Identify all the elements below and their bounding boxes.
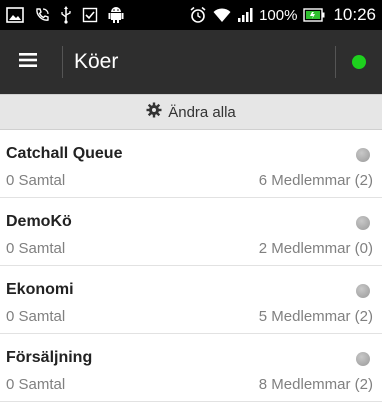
signal-icon	[237, 7, 253, 23]
status-bar: 100% 10:26	[0, 0, 382, 30]
app-bar: Köer	[0, 30, 382, 94]
status-icons-left	[6, 0, 124, 30]
connection-status-indicator[interactable]	[352, 55, 366, 69]
list-item[interactable]: Försäljning 0 Samtal 8 Medlemmar (2)	[0, 334, 382, 402]
queue-name: Försäljning	[6, 349, 93, 366]
queue-name: Catchall Queue	[6, 145, 123, 162]
queue-calls: 0 Samtal	[6, 376, 66, 393]
battery-percent: 100%	[259, 6, 298, 24]
checkbox-icon	[82, 7, 98, 23]
screenshot-icon	[6, 7, 24, 23]
menu-button[interactable]	[12, 46, 44, 78]
queue-members: 5 Medlemmar (2)	[258, 308, 373, 325]
clock: 10:26	[333, 5, 376, 24]
wifi-icon	[213, 7, 231, 23]
list-item[interactable]: Catchall Queue 0 Samtal 6 Medlemmar (2)	[0, 130, 382, 198]
queue-status-indicator	[356, 352, 370, 366]
battery-icon	[303, 8, 325, 22]
queue-status-indicator	[356, 216, 370, 230]
queue-name: Ekonomi	[6, 281, 74, 298]
queue-calls: 0 Samtal	[6, 240, 66, 257]
list-item[interactable]: DemoKö 0 Samtal 2 Medlemmar (0)	[0, 198, 382, 266]
change-all-button[interactable]: Ändra alla	[0, 94, 382, 130]
queue-members: 6 Medlemmar (2)	[258, 172, 373, 189]
hamburger-menu-icon	[19, 52, 37, 73]
app-bar-divider-left	[62, 46, 63, 78]
queue-status-indicator	[356, 284, 370, 298]
status-icons-right: 100% 10:26	[189, 0, 376, 30]
queue-calls: 0 Samtal	[6, 308, 66, 325]
list-item[interactable]: Ekonomi 0 Samtal 5 Medlemmar (2)	[0, 266, 382, 334]
alarm-icon	[189, 6, 207, 24]
phone-icon	[34, 7, 50, 23]
android-icon	[108, 6, 124, 24]
queue-status-indicator	[356, 148, 370, 162]
gear-icon	[146, 102, 162, 123]
queue-calls: 0 Samtal	[6, 172, 66, 189]
usb-icon	[60, 6, 72, 24]
app-bar-divider-right	[335, 46, 336, 78]
queue-name: DemoKö	[6, 213, 72, 230]
queue-list: Catchall Queue 0 Samtal 6 Medlemmar (2) …	[0, 130, 382, 402]
page-title: Köer	[74, 50, 119, 73]
queue-members: 2 Medlemmar (0)	[258, 240, 373, 257]
queue-members: 8 Medlemmar (2)	[258, 376, 373, 393]
change-all-label: Ändra alla	[168, 103, 236, 121]
